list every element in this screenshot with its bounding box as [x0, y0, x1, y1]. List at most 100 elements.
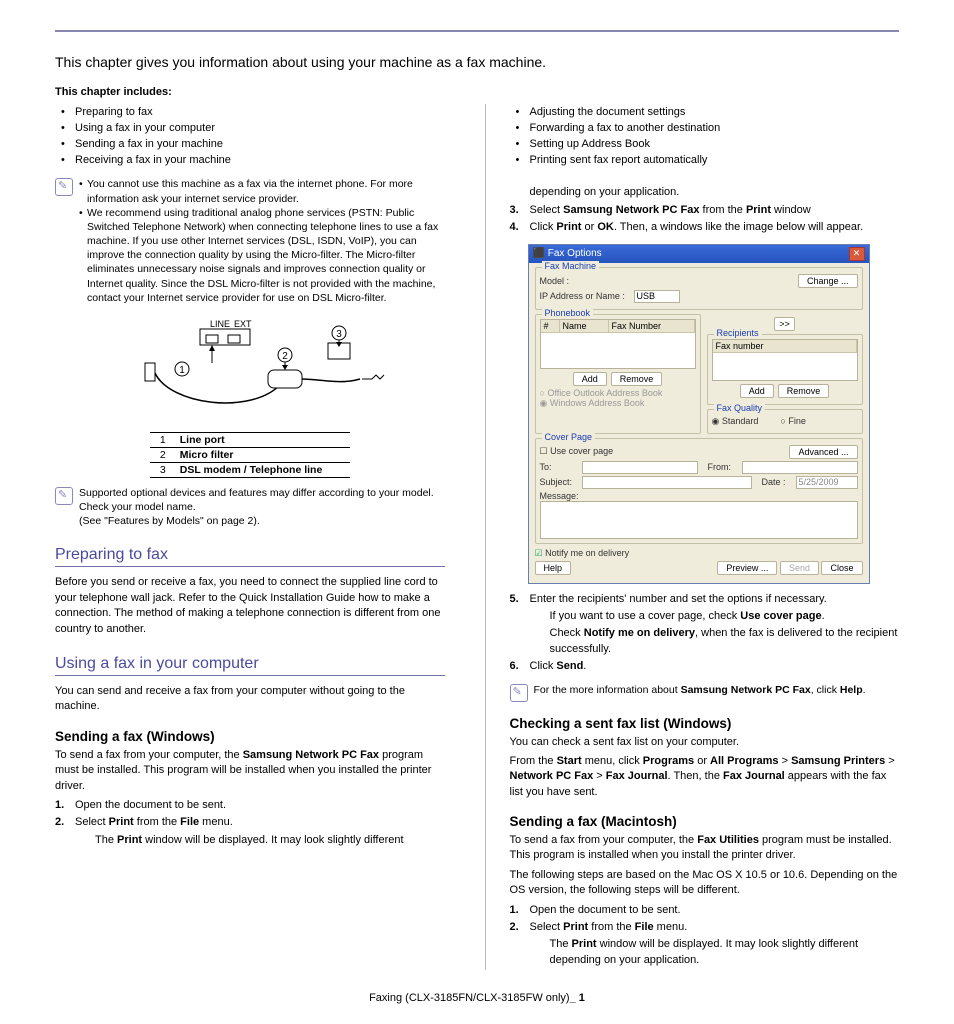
windows-addr-radio[interactable]: Windows Address Book — [540, 398, 696, 409]
diagram-key: 1Line port 2Micro filter 3DSL modem / Te… — [150, 432, 350, 478]
paragraph: You can check a sent fax list on your co… — [510, 735, 900, 750]
step-sub: The Print window will be displayed. It m… — [95, 833, 445, 848]
right-toc: Adjusting the document settings Forwardi… — [510, 105, 900, 167]
recipients-group: Recipients Fax number Add Remove — [707, 334, 863, 405]
heading-using-fax: Using a fax in your computer — [55, 655, 445, 676]
key-row: Line port — [176, 432, 350, 447]
list-item: Receiving a fax in your machine — [55, 153, 445, 168]
svg-text:3: 3 — [336, 329, 342, 340]
subject-field[interactable] — [582, 476, 752, 489]
left-toc: Preparing to fax Using a fax in your com… — [55, 105, 445, 167]
ip-field[interactable]: USB — [634, 290, 680, 303]
note-see: (See "Features by Models" on page 2). — [79, 514, 445, 528]
step: Click Print or OK. Then, a windows like … — [510, 220, 900, 235]
note-icon — [55, 178, 73, 196]
step: Open the document to be sent. — [55, 798, 445, 813]
label-line: LINE — [210, 319, 230, 329]
paragraph: From the Start menu, click Programs or A… — [510, 754, 900, 800]
note-text: Supported optional devices and features … — [79, 486, 445, 514]
list-item: Sending a fax in your machine — [55, 137, 445, 152]
heading-send-mac: Sending a fax (Macintosh) — [510, 814, 900, 829]
continuation-text: depending on your application. — [530, 185, 900, 200]
page-footer: Faxing (CLX-3185FN/CLX-3185FW only)_ 1 — [55, 992, 899, 1004]
recipients-list[interactable]: Fax number — [712, 339, 858, 381]
step: Select Print from the File menu. The Pri… — [55, 815, 445, 848]
includes-heading: This chapter includes: — [55, 86, 899, 98]
paragraph: Before you send or receive a fax, you ne… — [55, 575, 445, 637]
list-item: Using a fax in your computer — [55, 121, 445, 136]
send-button[interactable]: Send — [780, 561, 819, 575]
remove-button[interactable]: Remove — [611, 372, 663, 386]
label: IP Address or Name : — [540, 291, 630, 301]
close-button[interactable]: Close — [821, 561, 862, 575]
list-item: Printing sent fax report automatically — [510, 153, 900, 168]
label-ext: EXT — [234, 319, 252, 329]
top-rule — [55, 30, 899, 32]
page: This chapter gives you information about… — [0, 0, 954, 1024]
group-legend: Cover Page — [542, 432, 596, 442]
use-cover-checkbox[interactable]: Use cover page — [540, 446, 614, 457]
heading-send-windows: Sending a fax (Windows) — [55, 729, 445, 744]
from-field[interactable] — [742, 461, 858, 474]
change-button[interactable]: Change ... — [798, 274, 858, 288]
phonebook-group: Phonebook #NameFax Number Add Remove Off… — [535, 314, 701, 434]
paragraph: To send a fax from your computer, the Sa… — [55, 748, 445, 794]
heading-preparing: Preparing to fax — [55, 546, 445, 567]
paragraph: To send a fax from your computer, the Fa… — [510, 833, 900, 864]
phonebook-list[interactable]: #NameFax Number — [540, 319, 696, 369]
note-icon — [510, 684, 528, 702]
steps-windows: Open the document to be sent. Select Pri… — [55, 798, 445, 848]
key-row: Micro filter — [176, 447, 350, 462]
step: Select Samsung Network PC Fax from the P… — [510, 203, 900, 218]
left-column: Preparing to fax Using a fax in your com… — [55, 104, 445, 970]
fax-quality-group: Fax Quality Standard Fine — [707, 409, 863, 434]
fax-options-dialog: ⬛ Fax Options ✕ Fax Machine Model : Chan… — [528, 244, 870, 584]
list-item: Preparing to fax — [55, 105, 445, 120]
add-button[interactable]: Add — [573, 372, 607, 386]
steps-windows-cont: Select Samsung Network PC Fax from the P… — [510, 203, 900, 236]
key-row: DSL modem / Telephone line — [176, 462, 350, 477]
outlook-radio[interactable]: Office Outlook Address Book — [540, 388, 696, 398]
paragraph: The following steps are based on the Mac… — [510, 868, 900, 899]
list-item: Forwarding a fax to another destination — [510, 121, 900, 136]
close-icon[interactable]: ✕ — [849, 247, 865, 261]
content-columns: Preparing to fax Using a fax in your com… — [55, 104, 899, 970]
help-button[interactable]: Help — [535, 561, 572, 575]
list-item: Setting up Address Book — [510, 137, 900, 152]
note-internet-phone: You cannot use this machine as a fax via… — [55, 177, 445, 305]
step: Open the document to be sent. — [510, 903, 900, 918]
note-text: We recommend using traditional analog ph… — [79, 206, 445, 305]
group-legend: Phonebook — [542, 308, 594, 318]
remove-button[interactable]: Remove — [778, 384, 830, 398]
label: Model : — [540, 276, 630, 286]
note-icon — [55, 487, 73, 505]
chapter-intro: This chapter gives you information about… — [55, 54, 899, 70]
date-field[interactable]: 5/25/2009 — [796, 476, 858, 489]
right-column: Adjusting the document settings Forwardi… — [485, 104, 900, 970]
note-text: You cannot use this machine as a fax via… — [79, 177, 445, 205]
dialog-title: Fax Options — [548, 248, 602, 259]
group-legend: Fax Quality — [714, 403, 766, 413]
add-button[interactable]: Add — [740, 384, 774, 398]
preview-button[interactable]: Preview ... — [717, 561, 777, 575]
group-legend: Recipients — [714, 328, 762, 338]
step: Click Send. — [510, 659, 900, 674]
fine-radio[interactable]: Fine — [780, 416, 805, 426]
svg-text:1: 1 — [179, 365, 185, 376]
message-field[interactable] — [540, 501, 858, 539]
wiring-diagram: LINE EXT — [110, 315, 390, 478]
group-legend: Fax Machine — [542, 261, 600, 271]
step: Enter the recipients' number and set the… — [510, 592, 900, 658]
steps-mac: Open the document to be sent. Select Pri… — [510, 903, 900, 969]
transfer-button[interactable]: >> — [774, 317, 795, 331]
advanced-button[interactable]: Advanced ... — [789, 445, 857, 459]
cover-page-group: Cover Page Use cover page Advanced ... T… — [535, 438, 863, 544]
steps-windows-cont2: Enter the recipients' number and set the… — [510, 592, 900, 675]
note-more-info: For the more information about Samsung N… — [510, 683, 900, 702]
fax-machine-group: Fax Machine Model : Change ... IP Addres… — [535, 267, 863, 310]
notify-checkbox[interactable]: Notify me on delivery — [535, 548, 630, 559]
step: Select Print from the File menu. The Pri… — [510, 920, 900, 968]
to-field[interactable] — [582, 461, 698, 474]
standard-radio[interactable]: Standard — [712, 416, 759, 427]
heading-checking: Checking a sent fax list (Windows) — [510, 716, 900, 731]
